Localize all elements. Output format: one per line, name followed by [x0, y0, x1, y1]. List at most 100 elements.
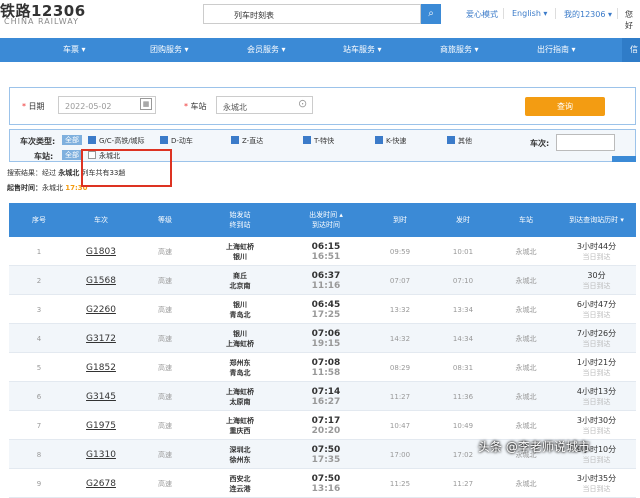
table-row: 7 G1975 高速 上海虹桥 重庆西 07:17 20:20 10:47 10:49 永城北 3小… [9, 411, 636, 440]
table-header: 序号 车次 等级 始发站 终到站 出发时间 ▴ 到达时间 到时 发时 车站 到达… [9, 203, 636, 237]
depart-from-station: 11:36 [452, 392, 474, 401]
arrival-time: 13:16 [311, 483, 341, 494]
cell-no: 2 [9, 266, 69, 295]
train-link[interactable]: G2678 [86, 479, 116, 489]
terminal-station: 徐州东 [229, 455, 251, 464]
row-no: 6 [36, 392, 42, 401]
terminal-station: 银川 [233, 252, 247, 261]
train-link[interactable]: G3172 [86, 334, 116, 344]
type-t-checkbox[interactable] [303, 136, 311, 144]
search-input[interactable]: 列车时刻表 [203, 4, 421, 24]
terminal-station: 青岛北 [229, 310, 251, 319]
row-no: 4 [36, 334, 42, 343]
cell-train: G1852 [69, 353, 133, 382]
departure-time: 07:50 [311, 473, 341, 484]
cell-depart: 11:27 [431, 469, 495, 498]
cell-grade: 高速 [133, 266, 197, 295]
nav-item-group[interactable]: 团购服务 ▾ [150, 38, 189, 62]
cell-terminals: 深圳北 徐州东 [197, 440, 283, 469]
cell-no: 9 [9, 469, 69, 498]
arrive-at-station: 07:07 [389, 276, 411, 285]
cell-depart: 10:01 [431, 237, 495, 266]
cell-grade: 高速 [133, 353, 197, 382]
cell-station: 永城北 [495, 266, 557, 295]
nav-item-tickets[interactable]: 车票 ▾ [63, 38, 86, 62]
highlight-box [81, 149, 172, 187]
duration-note: 当日到达 [582, 368, 611, 377]
expand-toggle[interactable] [612, 156, 636, 162]
location-pin-icon[interactable]: ⊙ [298, 97, 308, 111]
train-link[interactable]: G1568 [86, 276, 116, 286]
cell-times: 06:45 17:25 [283, 295, 369, 324]
duration-note: 当日到达 [582, 455, 611, 464]
departure-time: 07:08 [311, 357, 341, 368]
cell-duration: 30分 当日到达 [557, 266, 636, 295]
divider [503, 8, 504, 19]
cell-times: 07:08 11:58 [283, 353, 369, 382]
train-link[interactable]: G2260 [86, 305, 116, 315]
arrival-time: 19:15 [311, 338, 341, 349]
terminal-station: 重庆西 [229, 426, 251, 435]
nav-item-info[interactable]: 信 [622, 38, 640, 62]
arrive-at-station: 10:47 [389, 421, 411, 430]
cell-terminals: 商丘 北京南 [197, 266, 283, 295]
cell-depart: 10:49 [431, 411, 495, 440]
type-other-checkbox[interactable] [447, 136, 455, 144]
cell-terminals: 上海虹桥 重庆西 [197, 411, 283, 440]
nav-item-guide[interactable]: 出行指南 ▾ [537, 38, 576, 62]
language-link[interactable]: English ▾ [512, 9, 547, 18]
arrive-at-station: 17:00 [389, 450, 411, 459]
arrival-time: 16:27 [311, 396, 341, 407]
col-duration[interactable]: 到达查询站历时 ▾ [557, 203, 636, 237]
cell-times: 07:50 17:35 [283, 440, 369, 469]
nav-item-member[interactable]: 会员服务 ▾ [247, 38, 286, 62]
train-link[interactable]: G1803 [86, 247, 116, 257]
cell-grade: 高速 [133, 411, 197, 440]
row-grade: 高速 [158, 450, 172, 459]
type-g-checkbox[interactable] [88, 136, 96, 144]
query-button[interactable]: 查询 [525, 97, 605, 116]
main-nav: 车票 ▾ 团购服务 ▾ 会员服务 ▾ 站车服务 ▾ 商旅服务 ▾ 出行指南 ▾ … [0, 38, 640, 62]
train-link[interactable]: G1975 [86, 421, 116, 431]
nav-item-business[interactable]: 商旅服务 ▾ [440, 38, 479, 62]
arrive-at-station: 13:32 [389, 305, 411, 314]
terminal-station: 上海虹桥 [226, 339, 254, 348]
sale-start-info: 起售时间：永城北 17:30 [7, 184, 88, 192]
type-k-checkbox[interactable] [375, 136, 383, 144]
col-train: 车次 [94, 216, 108, 224]
my-12306-link[interactable]: 我的12306 ▾ [564, 9, 612, 20]
nav-item-station[interactable]: 站车服务 ▾ [343, 38, 382, 62]
arrival-time: 17:25 [311, 309, 341, 320]
type-z-checkbox[interactable] [231, 136, 239, 144]
train-link[interactable]: G1310 [86, 450, 116, 460]
cell-times: 07:14 16:27 [283, 382, 369, 411]
cell-arrive: 11:25 [369, 469, 431, 498]
cell-times: 06:37 11:16 [283, 266, 369, 295]
cell-grade: 高速 [133, 440, 197, 469]
care-mode-link[interactable]: 爱心模式 [466, 9, 498, 20]
train-link[interactable]: G1852 [86, 363, 116, 373]
arrival-time: 17:35 [311, 454, 341, 465]
calendar-icon[interactable]: ▦ [140, 98, 152, 110]
type-all-button[interactable]: 全部 [62, 135, 82, 145]
cell-arrive: 09:59 [369, 237, 431, 266]
train-no-input[interactable] [556, 134, 615, 151]
search-icon[interactable]: ⌕ [421, 4, 441, 24]
cell-duration: 6小时47分 当日到达 [557, 295, 636, 324]
station-all-button[interactable]: 全部 [62, 150, 82, 160]
duration-note: 当日到达 [582, 426, 611, 435]
cell-arrive: 14:32 [369, 324, 431, 353]
duration-note: 当日到达 [582, 397, 611, 406]
type-d-checkbox[interactable] [160, 136, 168, 144]
col-no: 序号 [32, 216, 46, 224]
train-link[interactable]: G3145 [86, 392, 116, 402]
row-grade: 高速 [158, 363, 172, 372]
cell-times: 07:06 19:15 [283, 324, 369, 353]
row-no: 3 [36, 305, 42, 314]
cell-station: 永城北 [495, 295, 557, 324]
depart-from-station: 10:01 [452, 247, 474, 256]
col-times[interactable]: 出发时间 ▴ 到达时间 [283, 203, 369, 237]
row-grade: 高速 [158, 276, 172, 285]
row-station: 永城北 [515, 479, 537, 488]
cell-times: 06:15 16:51 [283, 237, 369, 266]
